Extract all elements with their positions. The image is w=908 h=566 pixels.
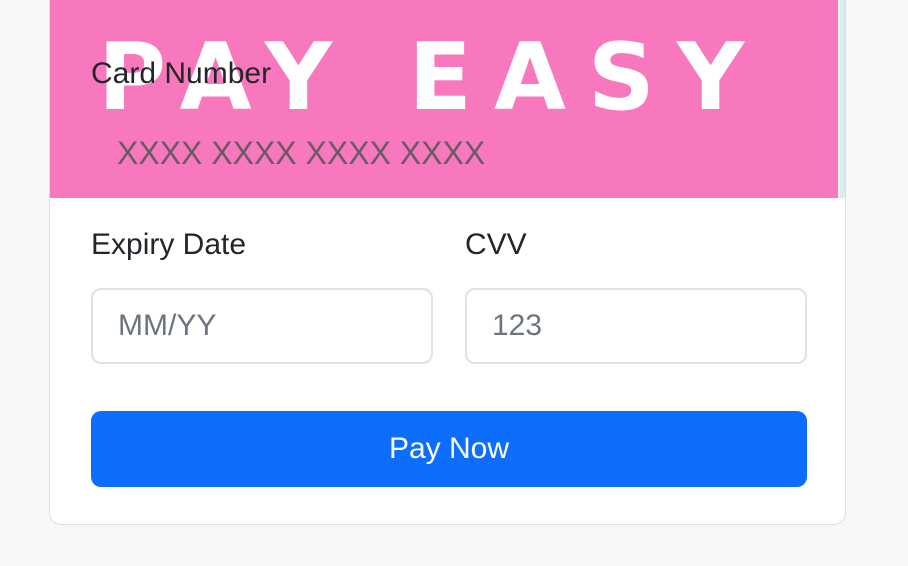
expiry-date-label: Expiry Date bbox=[91, 228, 247, 261]
pay-now-button[interactable]: Pay Now bbox=[91, 411, 807, 487]
cvv-label: CVV bbox=[465, 228, 527, 261]
cvv-input[interactable] bbox=[465, 288, 807, 364]
card-banner: PAY EASY Card Number XXXX XXXX XXXX XXXX bbox=[50, 0, 838, 198]
payment-card: PAY EASY Card Number XXXX XXXX XXXX XXXX… bbox=[49, 0, 846, 525]
banner-edge-divider bbox=[838, 0, 840, 198]
card-number-label: Card Number bbox=[91, 57, 272, 90]
expiry-date-input[interactable] bbox=[91, 288, 433, 364]
card-number-value: XXXX XXXX XXXX XXXX bbox=[117, 135, 486, 171]
